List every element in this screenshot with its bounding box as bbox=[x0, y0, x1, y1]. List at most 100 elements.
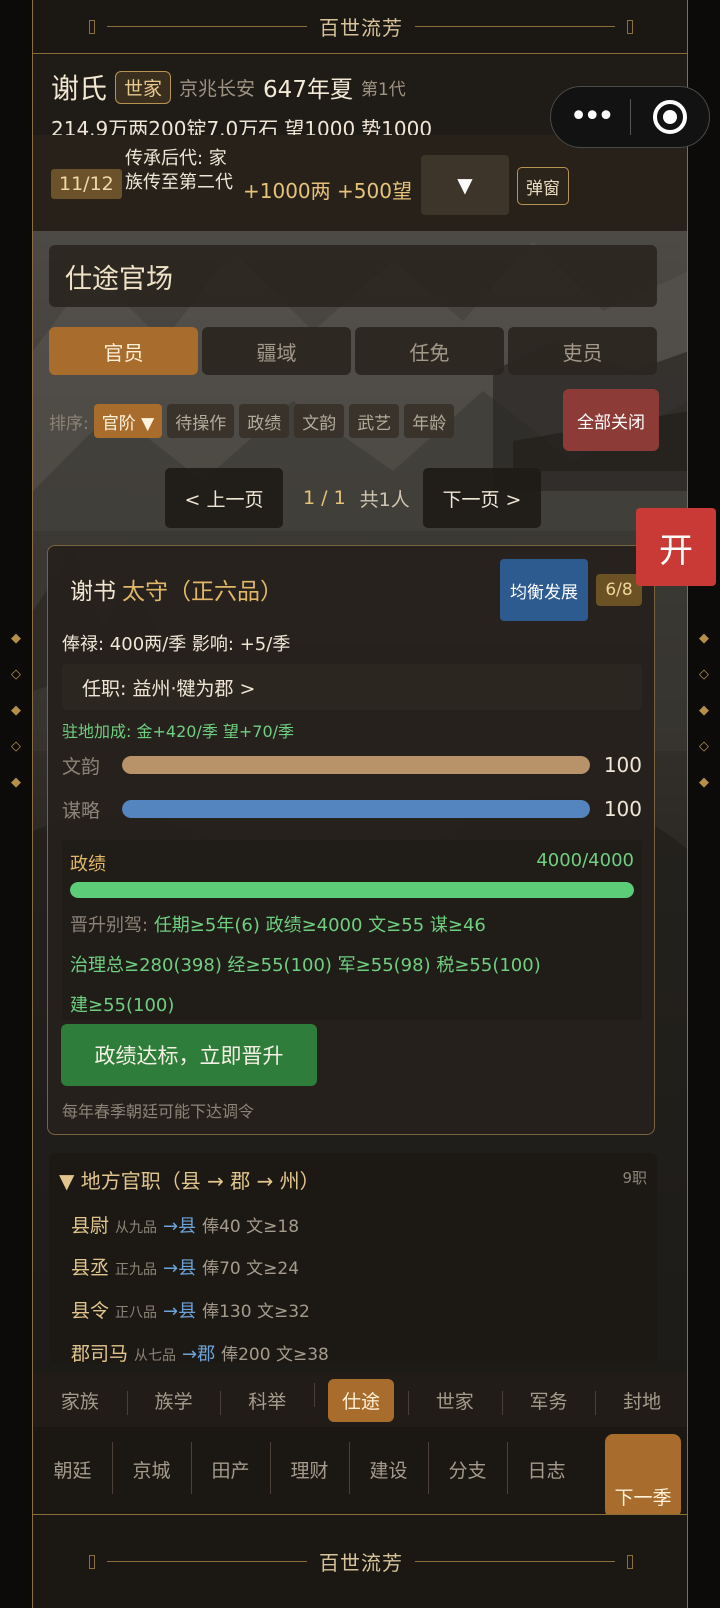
nav-exam[interactable]: 科举 bbox=[220, 1387, 314, 1415]
inheritance-task: 11/12 传承后代: 家族传至第二代 +1000两 +500望 ▼ 弹窗 bbox=[33, 135, 687, 231]
sort-merit[interactable]: 政绩 bbox=[239, 404, 290, 438]
stat-literary: 文韵 100 bbox=[62, 750, 642, 780]
prev-page-button[interactable]: < 上一页 bbox=[165, 468, 283, 528]
nav-label: 封地 bbox=[623, 1390, 662, 1413]
sort-literary[interactable]: 文韵 bbox=[294, 404, 345, 438]
banner-title: 百世流芳 bbox=[319, 16, 403, 40]
task-reward: +1000两 +500望 bbox=[243, 179, 412, 203]
popup-button[interactable]: 弹窗 bbox=[517, 167, 569, 205]
miniprogram-capsule: ••• bbox=[550, 86, 710, 148]
nav-career[interactable]: 仕途 bbox=[314, 1378, 408, 1422]
merit-fill bbox=[70, 882, 634, 898]
requirement-line: 建≥55(100) bbox=[70, 995, 175, 1016]
nav-military[interactable]: 军务 bbox=[501, 1387, 596, 1415]
primary-nav: 家族 族学 科举 仕途 世家 军务 封地 bbox=[33, 1373, 687, 1427]
post-title: 郡司马 bbox=[71, 1343, 129, 1363]
stat-track bbox=[122, 800, 590, 818]
tab-territory[interactable]: 疆域 bbox=[202, 327, 351, 375]
post-title: 县尉 bbox=[71, 1215, 110, 1237]
official-count: 共1人 bbox=[359, 488, 410, 511]
banner-cap-icon bbox=[627, 19, 633, 34]
next-season-button[interactable]: 下一季 bbox=[605, 1434, 681, 1518]
banner-line bbox=[107, 1561, 307, 1562]
sort-label: 排序: bbox=[49, 413, 89, 434]
nav-finance[interactable]: 理财 bbox=[270, 1442, 349, 1494]
tab-officials[interactable]: 官员 bbox=[49, 327, 198, 375]
stat-value: 100 bbox=[603, 797, 642, 821]
list-item[interactable]: 县丞 正九品 →县 俸70 文≥24 bbox=[71, 1253, 299, 1280]
post-destination: →县 bbox=[163, 1216, 197, 1237]
nav-branches[interactable]: 分支 bbox=[428, 1442, 507, 1494]
development-style-button[interactable]: 均衡发展 bbox=[500, 559, 588, 621]
promotion-requirements: 晋升别驾: 任期≥5年(6) 政绩≥4000 文≥55 谋≥46 治理总≥280… bbox=[70, 906, 630, 1026]
nav-construction[interactable]: 建设 bbox=[349, 1442, 428, 1494]
current-year: 647年夏 bbox=[263, 77, 353, 103]
post-stats: 俸40 文≥18 bbox=[202, 1217, 300, 1237]
stat-fill bbox=[122, 756, 590, 774]
stat-label: 谋略 bbox=[62, 799, 101, 822]
nav-log[interactable]: 日志 bbox=[507, 1442, 586, 1494]
right-ornament: ◆ ◇ ◆ ◇ ◆ bbox=[699, 631, 709, 790]
banner-title: 百世流芳 bbox=[319, 1551, 403, 1575]
nav-clans[interactable]: 世家 bbox=[407, 1387, 502, 1415]
merit-panel: 政绩 4000/4000 晋升别驾: 任期≥5年(6) 政绩≥4000 文≥55… bbox=[62, 840, 642, 1020]
nav-court[interactable]: 朝廷 bbox=[33, 1456, 112, 1483]
post-destination: →郡 bbox=[182, 1344, 216, 1363]
secondary-nav: 朝廷 京城 田产 理财 建设 分支 日志 bbox=[33, 1427, 687, 1512]
next-page-button[interactable]: 下一页 > bbox=[423, 468, 541, 528]
list-item[interactable]: 郡司马 从七品 →郡 俸200 文≥38 bbox=[71, 1339, 329, 1363]
stat-label: 文韵 bbox=[62, 755, 101, 778]
sort-rank[interactable]: 官阶 ▼ bbox=[93, 404, 163, 438]
post-stats: 俸200 文≥38 bbox=[221, 1345, 329, 1363]
requirement-line: 任期≥5年(6) 政绩≥4000 文≥55 谋≥46 bbox=[153, 915, 486, 936]
section-title: 仕途官场 bbox=[49, 245, 657, 307]
sort-martial[interactable]: 武艺 bbox=[349, 404, 400, 438]
post-stats: 俸130 文≥32 bbox=[202, 1302, 310, 1322]
open-button[interactable]: 开 bbox=[636, 508, 716, 586]
nav-label: 世家 bbox=[435, 1390, 474, 1413]
banner-line bbox=[107, 26, 307, 27]
sort-pending[interactable]: 待操作 bbox=[167, 404, 235, 438]
clan-name: 谢氏 bbox=[51, 72, 108, 105]
nav-capital[interactable]: 京城 bbox=[112, 1442, 191, 1494]
stat-strategy: 谋略 100 bbox=[62, 794, 642, 824]
list-item[interactable]: 县令 正八品 →县 俸130 文≥32 bbox=[71, 1296, 310, 1323]
promote-button[interactable]: 政绩达标，立即晋升 bbox=[61, 1024, 317, 1086]
requirement-label: 晋升别驾: bbox=[70, 915, 149, 936]
stat-track bbox=[122, 756, 590, 774]
close-miniprogram-icon[interactable] bbox=[631, 100, 710, 134]
list-item[interactable]: 县尉 从九品 →县 俸40 文≥18 bbox=[71, 1211, 299, 1238]
official-salary: 俸禄: 400两/季 影响: +5/季 bbox=[62, 634, 291, 655]
sort-age[interactable]: 年龄 bbox=[404, 404, 455, 438]
official-name: 谢书 bbox=[70, 579, 116, 605]
nav-label: 族学 bbox=[154, 1390, 193, 1413]
banner-cap-icon bbox=[89, 19, 95, 34]
local-posts-toggle[interactable]: ▼ 地方官职（县 → 郡 → 州） bbox=[59, 1165, 320, 1194]
official-tabs: 官员 疆域 任免 吏员 bbox=[49, 327, 657, 375]
banner-cap-icon bbox=[89, 1554, 95, 1569]
nav-school[interactable]: 族学 bbox=[126, 1387, 221, 1415]
post-grade: 正八品 bbox=[115, 1305, 158, 1321]
nav-family[interactable]: 家族 bbox=[33, 1387, 127, 1414]
post-stats: 俸70 文≥24 bbox=[202, 1259, 300, 1279]
pager: < 上一页 1 / 1 共1人 下一页 > bbox=[165, 468, 545, 528]
nav-label: 仕途 bbox=[328, 1378, 395, 1422]
top-banner: 百世流芳 bbox=[33, 0, 687, 54]
stat-value: 100 bbox=[603, 753, 642, 777]
tab-appointments[interactable]: 任免 bbox=[355, 327, 504, 375]
more-icon[interactable]: ••• bbox=[551, 102, 630, 132]
task-dropdown-button[interactable]: ▼ bbox=[421, 155, 509, 215]
official-post-link[interactable]: 任职: 益州·犍为郡 > bbox=[62, 664, 642, 710]
requirement-line: 治理总≥280(398) 经≥55(100) 军≥55(98) 税≥55(100… bbox=[70, 955, 541, 976]
task-progress: 11/12 bbox=[51, 169, 122, 199]
close-all-button[interactable]: 全部关闭 bbox=[563, 389, 659, 451]
nav-label: 家族 bbox=[60, 1390, 99, 1413]
chevron-down-icon: ▼ bbox=[457, 173, 473, 197]
post-title: 县丞 bbox=[71, 1257, 110, 1279]
post-grade: 正九品 bbox=[115, 1262, 158, 1278]
banner-cap-icon bbox=[627, 1554, 633, 1569]
nav-fief[interactable]: 封地 bbox=[595, 1387, 687, 1415]
post-destination: →县 bbox=[163, 1258, 197, 1279]
nav-farmland[interactable]: 田产 bbox=[191, 1442, 270, 1494]
tab-clerks[interactable]: 吏员 bbox=[508, 327, 657, 375]
